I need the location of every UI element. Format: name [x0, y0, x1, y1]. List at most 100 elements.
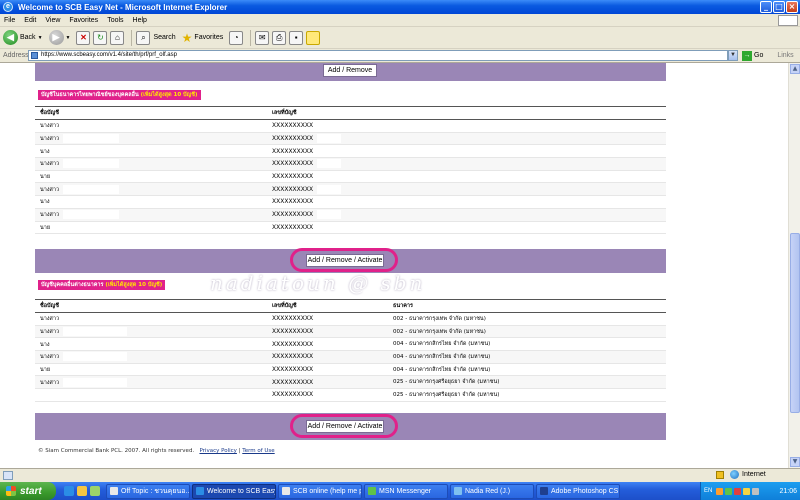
masked-name [53, 197, 118, 207]
taskbar-task-button[interactable]: Nadia Red (J.) [450, 483, 534, 499]
scroll-up-icon[interactable]: ▲ [790, 64, 800, 74]
search-button[interactable]: ⌕ Search [136, 30, 176, 45]
bank-cell: 004 - ธนาคารกสิกรไทย จำกัด (มหาชน) [388, 350, 666, 364]
home-icon[interactable]: ⌂ [110, 30, 125, 45]
section2-title-note: (เพิ่มได้สูงสุด 10 บัญชี) [105, 282, 163, 288]
section1-title-text: บัญชีในธนาคารไทยพาณิชย์ของบุคคลอื่น [41, 92, 139, 98]
taskbar-task-button[interactable]: Off Topic : ชวนคุยนอ... [106, 483, 190, 499]
table-row: XXXXXXXXXX 025 - ธนาคารกรุงศรีอยุธยา จำกั… [35, 388, 666, 402]
address-label: Address [3, 52, 29, 59]
go-button[interactable]: → Go [742, 50, 763, 61]
table-row: นางสาว XXXXXXXXXX [35, 182, 666, 197]
menu-favorites[interactable]: Favorites [69, 17, 98, 24]
ie-icon: e [3, 2, 13, 12]
account-name-cell: นางสาว [35, 157, 267, 171]
history-icon[interactable]: ◔ [229, 30, 244, 45]
scroll-down-icon[interactable]: ▼ [790, 457, 800, 467]
favorites-button[interactable]: ★ Favorites [182, 31, 224, 45]
back-dropdown-icon[interactable]: ▼ [38, 35, 43, 41]
name-prefix: นางสาว [40, 329, 60, 336]
add-remove-activate-button-2[interactable]: Add / Remove / Activate [306, 420, 384, 433]
system-tray: EN 21:06 [700, 482, 800, 500]
name-prefix: นางสาว [40, 354, 60, 361]
taskbar: start Off Topic : ชวนคุยนอ... Welcome to … [0, 482, 800, 500]
account-number-cell: XXXXXXXXXX [267, 144, 666, 159]
task-app-icon [110, 487, 118, 495]
mail-icon[interactable]: ✉ [255, 30, 270, 45]
forward-button[interactable]: ▶ ▼ [48, 30, 71, 45]
account-number: XXXXXXXXXX [272, 135, 314, 143]
masked-name [54, 172, 119, 182]
back-button[interactable]: ◀ Back ▼ [3, 30, 43, 45]
minimize-button[interactable]: _ [760, 1, 772, 13]
privacy-policy-link[interactable]: Privacy Policy [199, 448, 236, 454]
masked-name [63, 134, 120, 144]
address-input[interactable]: https://www.scbeasy.com/v1.4/site/th/prf… [28, 50, 728, 61]
tray-icon-3[interactable] [734, 487, 742, 495]
window-titlebar[interactable]: e Welcome to SCB Easy Net - Microsoft In… [0, 0, 800, 14]
table-row: นางสาว XXXXXXXXXX 002 - ธนาคารกรุงเทพ จำกั… [35, 325, 666, 339]
menu-edit[interactable]: Edit [24, 17, 36, 24]
add-remove-button[interactable]: Add / Remove [323, 64, 377, 77]
start-button[interactable]: start [0, 482, 56, 500]
tray-icon-1[interactable] [716, 487, 724, 495]
vertical-scrollbar[interactable]: ▲ ▼ [788, 63, 800, 468]
bank-name: 025 - ธนาคารกรุงศรีอยุธยา จำกัด (มหาชน) [393, 391, 500, 398]
masked-name [44, 390, 108, 400]
scroll-thumb[interactable] [790, 233, 800, 413]
security-zone: Internet [716, 470, 766, 479]
bank-cell: 004 - ธนาคารกสิกรไทย จำกัด (มหาชน) [388, 337, 666, 352]
menu-tools[interactable]: Tools [107, 17, 123, 24]
task-label: Nadia Red (J.) [465, 487, 511, 495]
account-number-cell: XXXXXXXXXX [267, 325, 388, 339]
close-button[interactable]: × [786, 1, 798, 13]
account-number: XXXXXXXXXX [272, 122, 314, 130]
start-label: start [20, 485, 42, 497]
media-quicklaunch-icon[interactable] [90, 486, 100, 496]
notes-icon[interactable] [306, 30, 321, 45]
section2-title-text: บัญชีบุคคลอื่นต่างธนาคาร [41, 282, 104, 288]
section2-rows: นางสาว XXXXXXXXXX 002 - ธนาคารกรุงเทพ จำกั… [35, 312, 666, 402]
links-button[interactable]: Links [777, 52, 793, 59]
back-arrow-icon: ◀ [3, 30, 18, 45]
ie-quicklaunch-icon[interactable] [64, 486, 74, 496]
name-prefix: นาง [40, 199, 50, 206]
print-icon[interactable]: ⎙ [272, 30, 287, 45]
menu-view[interactable]: View [45, 17, 60, 24]
tray-icon-2[interactable] [725, 487, 733, 495]
section2-table: ชื่อบัญชี เลขที่บัญชี ธนาคาร นางสาว XXXXX… [35, 299, 666, 402]
refresh-icon[interactable]: ↻ [93, 30, 108, 45]
folder-quicklaunch-icon[interactable] [77, 486, 87, 496]
masked-name [63, 121, 128, 131]
terms-of-use-link[interactable]: Term of Use [242, 448, 274, 454]
speaker-icon[interactable] [752, 487, 760, 495]
language-indicator[interactable]: EN [704, 488, 712, 494]
stop-icon[interactable]: ✕ [76, 30, 91, 45]
tray-icon-4[interactable] [743, 487, 751, 495]
col-account-name: ชื่อบัญชี [35, 106, 267, 120]
footer-copyright: © Siam Commercial Bank PCL. 2007. All ri… [38, 448, 195, 454]
taskbar-task-button[interactable]: Welcome to SCB Easy... [192, 483, 276, 499]
account-number-cell: XXXXXXXXXX [267, 195, 666, 209]
taskbar-task-button[interactable]: MSN Messenger [364, 483, 448, 499]
menu-help[interactable]: Help [133, 17, 147, 24]
taskbar-task-button[interactable]: SCB online (help me p... [278, 483, 362, 499]
account-name-cell: นางสาว [35, 119, 267, 133]
masked-name [63, 314, 128, 324]
address-dropdown-icon[interactable]: ▼ [728, 50, 738, 61]
maximize-button[interactable]: □ [773, 1, 785, 13]
add-remove-activate-button-1[interactable]: Add / Remove / Activate [306, 254, 384, 267]
section2-title: บัญชีบุคคลอื่นต่างธนาคาร (เพิ่มได้สูงสุด… [38, 280, 166, 290]
account-name-cell: นาย [35, 363, 267, 377]
menu-file[interactable]: File [4, 17, 15, 24]
edit-icon[interactable]: ▪ [289, 30, 304, 45]
col-bank: ธนาคาร [388, 299, 666, 313]
forward-dropdown-icon[interactable]: ▼ [66, 35, 71, 41]
favorites-star-icon: ★ [181, 30, 193, 45]
account-name-cell: นาย [35, 221, 267, 235]
taskbar-task-button[interactable]: Adobe Photoshop CS... [536, 483, 620, 499]
account-name-cell: นาง [35, 195, 267, 209]
section1-table: ชื่อบัญชี เลขที่บัญชี นางสาว XXXXXXXXXX นา… [35, 106, 666, 235]
account-name-cell [35, 388, 267, 402]
table-row: นาย XXXXXXXXXX [35, 170, 666, 184]
